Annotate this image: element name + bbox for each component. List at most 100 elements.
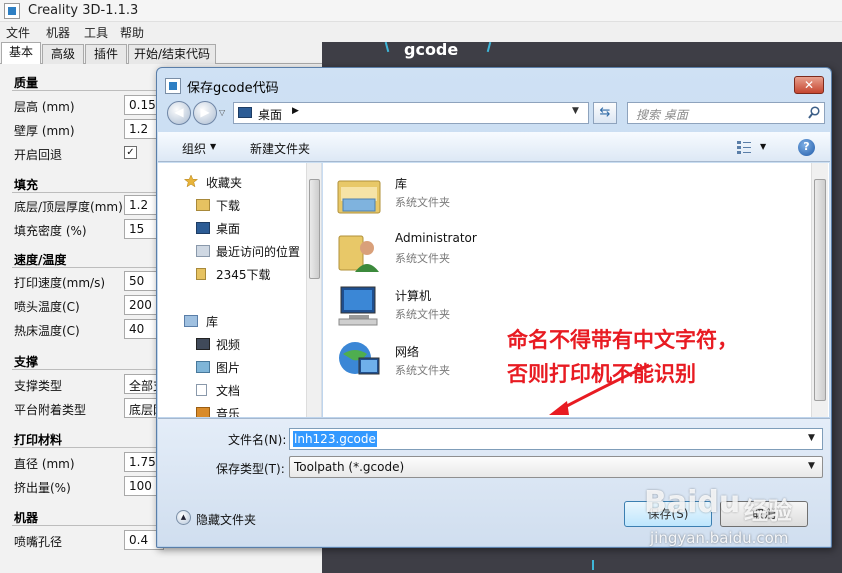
pictures-icon (196, 361, 210, 373)
command-bar: 组织 ▼ 新建文件夹 ▼ ? (158, 132, 830, 162)
file-name: 网络 (395, 345, 420, 359)
filetype-dropdown-icon[interactable]: ▼ (808, 461, 815, 471)
folder-icon (196, 268, 206, 280)
watermark-suffix: 经验 (744, 497, 792, 525)
search-input[interactable]: 搜索 桌面 (627, 102, 825, 124)
print-speed-label: 打印速度(mm/s) (14, 276, 106, 290)
save-gcode-dialog: 保存gcode代码 ✕ ◀ ▶ ▽ 桌面 ▶ ▼ ⇆ 搜索 桌面 组织 ▼ 新建… (156, 67, 832, 548)
app-menu-bar: 文件 机器 工具 帮助 (0, 22, 842, 42)
menu-tools[interactable]: 工具 (84, 24, 108, 41)
retraction-label: 开启回退 (14, 148, 63, 162)
app-logo-icon (4, 3, 20, 19)
video-icon (196, 338, 210, 350)
tab-plugins[interactable]: 插件 (85, 44, 127, 64)
section-speed-title: 速度/温度 (14, 253, 67, 267)
file-list-scrollbar[interactable] (811, 163, 828, 417)
file-type: 系统文件夹 (395, 196, 450, 209)
sidebar-item-desktop[interactable]: 桌面 (216, 220, 240, 237)
filetype-select[interactable]: Toolpath (*.gcode) ▼ (289, 456, 823, 478)
hide-folders-toggle[interactable]: 隐藏文件夹 (196, 511, 256, 528)
adhesion-type-label: 平台附着类型 (14, 403, 87, 417)
documents-icon (196, 384, 207, 396)
sidebar-item-documents[interactable]: 文档 (216, 382, 240, 399)
search-placeholder: 搜索 桌面 (636, 108, 688, 122)
viewport-gcode-label: gcode (404, 40, 459, 59)
section-machine-title: 机器 (14, 511, 39, 525)
retraction-checkbox[interactable]: ✓ (124, 146, 137, 159)
section-quality-title: 质量 (14, 76, 39, 90)
library-icon (184, 315, 198, 327)
navigation-scrollbar-thumb[interactable] (309, 179, 320, 279)
breadcrumb-arrow-icon[interactable]: ▶ (292, 106, 299, 116)
file-type: 系统文件夹 (395, 252, 450, 265)
tab-basic[interactable]: 基本 (1, 42, 41, 65)
filename-input[interactable]: lnh123.gcode ▼ (289, 428, 823, 450)
file-list-scrollbar-thumb[interactable] (814, 179, 826, 401)
sidebar-item-music[interactable]: 音乐 (216, 405, 240, 417)
section-fill-title: 填充 (14, 178, 39, 192)
file-name: Administrator (395, 231, 477, 245)
filename-dropdown-icon[interactable]: ▼ (808, 433, 815, 443)
menu-help[interactable]: 帮助 (120, 24, 144, 41)
baidu-jingyan-watermark: Baidu 经验 jingyan.baidu.com (640, 485, 840, 565)
layer-height-label: 层高 (mm) (14, 100, 75, 114)
dialog-app-icon (165, 78, 181, 94)
watermark-url: jingyan.baidu.com (650, 529, 789, 547)
section-filament-title: 打印材料 (14, 433, 63, 447)
tab-start-end-gcode[interactable]: 开始/结束代码 (128, 44, 216, 64)
view-options-icon[interactable] (736, 140, 752, 154)
tab-advanced[interactable]: 高级 (42, 44, 84, 64)
recent-places-icon (196, 245, 210, 257)
navigation-pane: 收藏夹 下载 桌面 最近访问的位置 2345下载 库 视频 图片 文档 音乐 (158, 163, 322, 417)
organize-button[interactable]: 组织 (182, 140, 206, 157)
music-icon (196, 407, 210, 417)
app-title-bar: Creality 3D-1.1.3 (0, 0, 842, 22)
sidebar-item-2345-downloads[interactable]: 2345下载 (216, 266, 271, 283)
sidebar-item-libraries[interactable]: 库 (206, 313, 218, 330)
forward-button[interactable]: ▶ (193, 101, 217, 125)
refresh-button[interactable]: ⇆ (593, 102, 617, 124)
organize-dropdown-icon[interactable]: ▼ (210, 142, 216, 151)
sidebar-item-downloads[interactable]: 下载 (216, 197, 240, 214)
annotation-line-1: 命名不得带有中文字符， (507, 328, 738, 352)
section-support-title: 支撑 (14, 355, 39, 369)
downloads-folder-icon (196, 199, 210, 211)
file-type: 系统文件夹 (395, 364, 450, 377)
support-type-label: 支撑类型 (14, 379, 63, 393)
bed-temp-label: 热床温度(C) (14, 324, 80, 338)
search-icon[interactable] (808, 106, 820, 120)
file-name: 计算机 (395, 289, 432, 303)
watermark-logo: Baidu (644, 485, 741, 520)
chevron-up-icon[interactable]: ▲ (176, 510, 191, 525)
menu-machine[interactable]: 机器 (46, 24, 70, 41)
help-button[interactable]: ? (798, 139, 815, 156)
view-dropdown-icon[interactable]: ▼ (760, 142, 766, 151)
dialog-close-button[interactable]: ✕ (794, 76, 824, 94)
sidebar-item-videos[interactable]: 视频 (216, 336, 240, 353)
annotation-arrow-icon (549, 363, 650, 415)
fill-density-label: 填充密度 (%) (14, 224, 87, 238)
address-bar[interactable]: 桌面 ▶ ▼ (233, 102, 589, 124)
file-name: 库 (395, 177, 408, 191)
navigation-scrollbar[interactable] (306, 163, 321, 417)
sidebar-item-favorites[interactable]: 收藏夹 (206, 174, 242, 191)
menu-file[interactable]: 文件 (6, 24, 30, 41)
address-dropdown-icon[interactable]: ▼ (572, 106, 579, 116)
wall-thickness-label: 壁厚 (mm) (14, 124, 75, 138)
sidebar-item-pictures[interactable]: 图片 (216, 359, 240, 376)
back-button[interactable]: ◀ (167, 101, 191, 125)
dialog-title: 保存gcode代码 (187, 81, 279, 96)
sidebar-item-recent[interactable]: 最近访问的位置 (216, 243, 300, 260)
star-icon (184, 175, 198, 187)
new-folder-button[interactable]: 新建文件夹 (250, 140, 310, 157)
file-type: 系统文件夹 (395, 308, 450, 321)
nozzle-size-label: 喷嘴孔径 (14, 535, 63, 549)
recent-locations-chevron-icon[interactable]: ▽ (219, 108, 225, 117)
address-location[interactable]: 桌面 (258, 106, 282, 123)
app-title: Creality 3D-1.1.3 (28, 3, 139, 18)
filename-value[interactable]: lnh123.gcode (293, 431, 377, 447)
desktop-icon (238, 107, 252, 118)
computer-icon (338, 286, 378, 326)
filetype-label: 保存类型(T): (216, 462, 285, 476)
file-list: 库 系统文件夹 Administrator 系统文件夹 计算机 系统文件夹 网络… (323, 163, 829, 417)
